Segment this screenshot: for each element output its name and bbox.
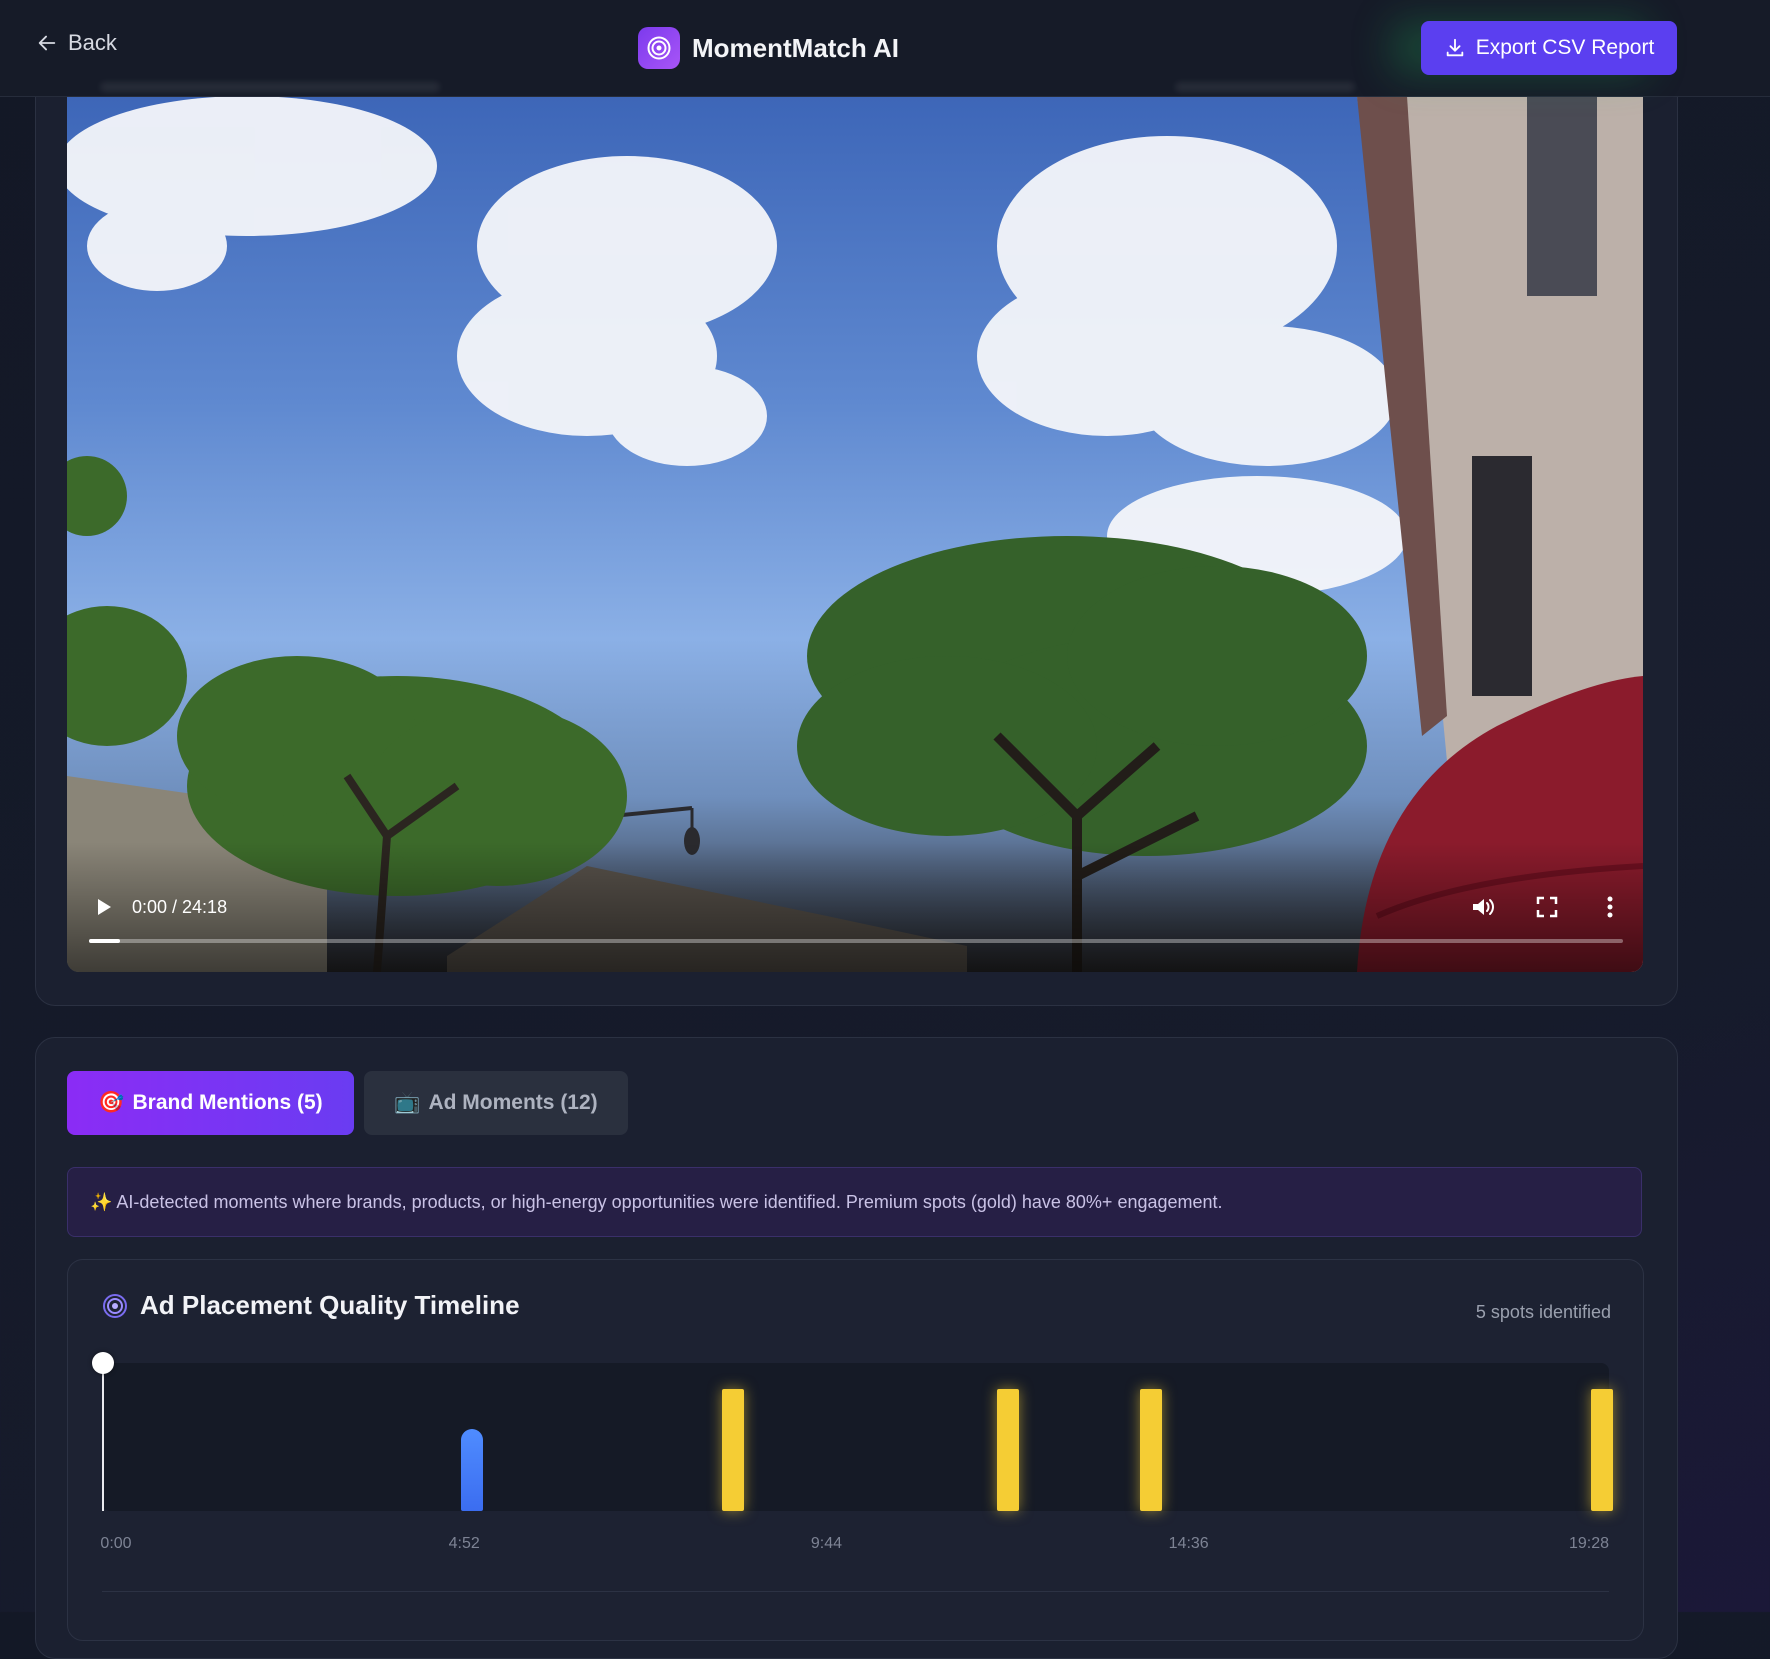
fullscreen-icon[interactable]: [1534, 894, 1560, 920]
target-icon: 🎯: [98, 1091, 125, 1114]
blurred-subtitle: [100, 82, 440, 92]
app-title: MomentMatch AI: [692, 32, 900, 63]
timeline-spot[interactable]: [722, 1389, 745, 1511]
divider: [102, 1591, 1609, 1592]
timeline-spot[interactable]: [460, 1429, 483, 1511]
timeline-card: Ad Placement Quality Timeline 5 spots id…: [67, 1259, 1644, 1641]
info-text: ✨ AI-detected moments where brands, prod…: [90, 1191, 1223, 1212]
export-csv-button[interactable]: Export CSV Report: [1421, 21, 1677, 75]
timeline-track[interactable]: [92, 1352, 1613, 1511]
timeline-tick-label: 14:36: [1168, 1535, 1209, 1552]
back-label: Back: [68, 30, 117, 55]
blurred-meta: [1175, 82, 1355, 92]
timeline-spot[interactable]: [996, 1389, 1019, 1511]
video-progress-bar[interactable]: [89, 939, 1623, 943]
top-bar: Back MomentMatch AI Export CSV Report: [0, 0, 1770, 97]
target-icon: [638, 27, 680, 69]
back-button[interactable]: Back: [36, 30, 117, 56]
video-frame: [67, 96, 1643, 972]
video-timecode: 0:00 / 24:18: [132, 897, 228, 917]
app-brand: MomentMatch AI: [638, 27, 899, 69]
timeline-tick-label: 9:44: [810, 1535, 843, 1552]
download-icon: [1446, 38, 1463, 57]
tab-label: Ad Moments (12): [428, 1091, 598, 1114]
spots-count: 5 spots identified: [1475, 1302, 1611, 1322]
timeline-spot[interactable]: [1590, 1389, 1613, 1511]
video-player[interactable]: 0:00 / 24:18: [67, 96, 1643, 972]
playhead-line: [102, 1363, 104, 1511]
info-banner: ✨ AI-detected moments where brands, prod…: [67, 1167, 1642, 1237]
more-options-icon[interactable]: [1597, 894, 1623, 920]
tab-ad-moments[interactable]: 📺 Ad Moments (12): [364, 1071, 628, 1135]
tab-brand-mentions[interactable]: 🎯 Brand Mentions (5): [67, 1071, 354, 1135]
tv-icon: 📺: [394, 1091, 421, 1114]
export-label: Export CSV Report: [1475, 36, 1655, 59]
target-icon: [103, 1293, 127, 1318]
timeline-title: Ad Placement Quality Timeline: [140, 1290, 520, 1320]
timeline-spot[interactable]: [1140, 1389, 1163, 1511]
play-icon[interactable]: [93, 896, 115, 918]
timeline-header: Ad Placement Quality Timeline: [102, 1290, 520, 1321]
timeline-tick-label: 4:52: [448, 1535, 480, 1552]
tab-label: Brand Mentions (5): [132, 1091, 323, 1114]
video-progress-fill: [89, 939, 120, 943]
playhead-handle[interactable]: [92, 1352, 114, 1374]
controls-overlay: [67, 842, 1643, 972]
volume-icon[interactable]: [1470, 894, 1496, 920]
timeline-tick-label: 0:00: [100, 1535, 132, 1552]
arrow-left-icon: [38, 35, 56, 51]
timeline-tick-label: 19:28: [1568, 1535, 1610, 1552]
